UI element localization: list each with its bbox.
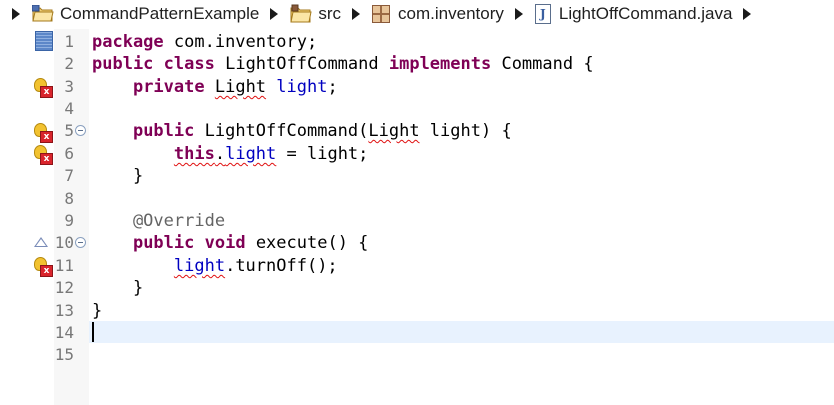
breadcrumb-item-package[interactable]: com.inventory bbox=[372, 4, 504, 24]
package-icon bbox=[372, 5, 391, 23]
fold-collapse-icon[interactable] bbox=[75, 237, 86, 248]
line-number: 14 bbox=[54, 323, 74, 342]
quick-fix-error-icon[interactable]: x bbox=[34, 78, 53, 98]
quick-fix-error-icon[interactable]: x bbox=[34, 123, 53, 143]
code-line-1: package com.inventory; bbox=[92, 32, 318, 52]
text-caret bbox=[92, 322, 94, 342]
quick-fix-error-icon[interactable]: x bbox=[34, 145, 53, 165]
error-squiggle: light bbox=[173, 256, 226, 276]
breadcrumb-item-src[interactable]: src bbox=[290, 4, 341, 24]
breadcrumb-arrow-icon[interactable] bbox=[743, 8, 752, 20]
line-number: 11 bbox=[54, 256, 74, 275]
breadcrumb-item-file[interactable]: J LightOffCommand.java bbox=[534, 4, 733, 24]
breadcrumb-arrow-icon[interactable] bbox=[270, 8, 279, 20]
line-number: 12 bbox=[54, 278, 74, 297]
code-line-13: } bbox=[92, 301, 103, 321]
code-line-3: private Light light; bbox=[132, 77, 338, 97]
breadcrumb-arrow-icon[interactable] bbox=[12, 8, 20, 20]
breadcrumb-item-project[interactable]: CommandPatternExample bbox=[32, 4, 259, 24]
java-file-icon: J bbox=[534, 4, 551, 24]
source-folder-icon bbox=[290, 4, 312, 23]
breadcrumb: CommandPatternExample src com.inventory … bbox=[0, 0, 834, 28]
breadcrumb-arrow-icon[interactable] bbox=[352, 8, 361, 20]
line-number: 6 bbox=[64, 144, 74, 163]
fold-collapse-icon[interactable] bbox=[75, 125, 86, 136]
line-number: 8 bbox=[64, 189, 74, 208]
breadcrumb-arrow-icon[interactable] bbox=[514, 8, 523, 20]
code-line-11: light.turnOff(); bbox=[173, 256, 338, 276]
breadcrumb-label: com.inventory bbox=[398, 4, 504, 23]
code-line-2: public class LightOffCommand implements … bbox=[92, 54, 594, 74]
current-line-highlight bbox=[89, 321, 834, 343]
line-number: 1 bbox=[64, 32, 74, 51]
breadcrumb-label: CommandPatternExample bbox=[60, 4, 260, 23]
quick-diff-marker-icon[interactable] bbox=[35, 31, 53, 51]
line-number: 3 bbox=[64, 77, 74, 96]
line-number: 13 bbox=[54, 301, 74, 320]
project-folder-icon bbox=[32, 5, 54, 22]
breadcrumb-label: src bbox=[318, 4, 342, 23]
line-number: 15 bbox=[54, 345, 74, 364]
line-number: 2 bbox=[64, 54, 74, 73]
line-number: 4 bbox=[64, 99, 74, 118]
line-number: 10 bbox=[54, 233, 74, 252]
code-line-6: this.light = light; bbox=[173, 144, 369, 164]
code-line-10: public void execute() { bbox=[132, 233, 369, 253]
line-number: 5 bbox=[64, 121, 74, 140]
line-number: 7 bbox=[64, 166, 74, 185]
code-line-5: public LightOffCommand(Light light) { bbox=[132, 121, 512, 141]
code-line-7: } bbox=[92, 166, 144, 186]
override-indicator-icon[interactable] bbox=[34, 237, 48, 247]
breadcrumb-label: LightOffCommand.java bbox=[558, 4, 733, 23]
code-line-9: @Override bbox=[92, 211, 226, 231]
line-number: 9 bbox=[64, 211, 74, 230]
error-squiggle: this.light bbox=[173, 144, 277, 164]
error-squiggle: Light bbox=[214, 77, 267, 97]
quick-fix-error-icon[interactable]: x bbox=[34, 257, 53, 277]
code-line-12: } bbox=[92, 278, 144, 298]
error-squiggle: Light bbox=[368, 121, 420, 141]
